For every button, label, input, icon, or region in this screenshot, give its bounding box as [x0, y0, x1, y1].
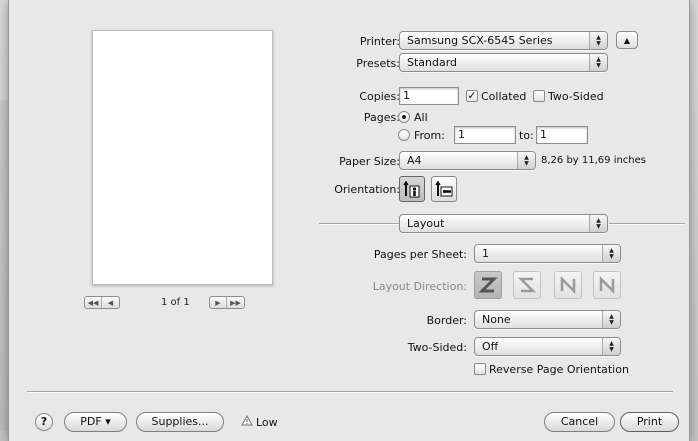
copies-field[interactable]: 1 — [399, 87, 459, 105]
two-sided-popup[interactable]: Off ▲ ▼ — [474, 337, 621, 356]
triangle-up-icon: ▲ — [623, 35, 631, 45]
popup-arrows-icon: ▲ ▼ — [589, 32, 607, 49]
help-button[interactable]: ? — [35, 413, 53, 431]
two-sided-check-label: Two-Sided — [548, 90, 604, 103]
next-page-button[interactable]: ▶ — [210, 297, 227, 308]
preview-nav-forward: ▶ ▶▶ — [209, 296, 245, 309]
border-value: None — [482, 313, 511, 326]
presets-label: Presets: — [356, 57, 400, 70]
footer-separator — [27, 391, 673, 392]
first-page-button[interactable]: ◀◀ — [85, 297, 102, 308]
border-label: Border: — [426, 314, 467, 327]
layout-direction-n-button[interactable] — [593, 271, 621, 299]
warning-triangle-icon — [241, 414, 253, 429]
n-direction-icon — [599, 275, 615, 295]
s-direction-icon — [517, 277, 537, 293]
collated-label: Collated — [481, 90, 527, 103]
section-popup[interactable]: Layout ▲ ▼ — [399, 214, 608, 233]
pages-from-radio[interactable] — [398, 129, 410, 141]
portrait-orientation-button[interactable] — [399, 176, 425, 202]
paper-dimensions: 8,26 by 11,69 inches — [541, 155, 647, 166]
portrait-person-icon — [403, 180, 420, 198]
pages-label: Pages: — [363, 111, 400, 124]
paper-size-popup[interactable]: A4 ▲ ▼ — [399, 151, 536, 170]
popup-arrows-icon: ▲ ▼ — [589, 54, 607, 71]
pages-per-sheet-value: 1 — [482, 247, 489, 260]
pages-to-field[interactable]: 1 — [536, 126, 588, 144]
printer-popup[interactable]: Samsung SCX-6545 Series ▲ ▼ — [399, 31, 608, 50]
pages-per-sheet-popup[interactable]: 1 ▲ ▼ — [474, 244, 621, 263]
border-popup[interactable]: None ▲ ▼ — [474, 310, 621, 329]
cancel-button[interactable]: Cancel — [544, 412, 615, 432]
pages-from-label: From: — [414, 129, 445, 142]
pages-to-label: to: — [519, 129, 534, 142]
two-sided-value: Off — [482, 340, 499, 353]
reverse-orientation-checkbox[interactable] — [474, 363, 486, 375]
presets-popup[interactable]: Standard ▲ ▼ — [399, 53, 608, 72]
print-dialog: ◀◀ ◀ 1 of 1 ▶ ▶▶ Printer: Samsung SCX-65… — [8, 0, 690, 441]
copies-label: Copies: — [359, 90, 400, 103]
preview-nav-back: ◀◀ ◀ — [84, 296, 120, 309]
previous-page-button[interactable]: ◀ — [102, 297, 119, 308]
pages-from-field[interactable]: 1 — [454, 126, 516, 144]
pages-all-label: All — [414, 111, 428, 124]
page-count: 1 of 1 — [161, 297, 190, 308]
pages-all-radio[interactable] — [398, 111, 410, 123]
n-reverse-direction-icon — [560, 275, 576, 295]
print-button[interactable]: Print — [620, 412, 679, 432]
popup-arrows-icon: ▲ ▼ — [602, 311, 620, 328]
presets-value: Standard — [407, 56, 458, 69]
popup-arrows-icon: ▲ ▼ — [602, 245, 620, 262]
supply-status: Low — [256, 416, 278, 429]
orientation-label: Orientation: — [334, 183, 400, 196]
popup-arrows-icon: ▲ ▼ — [517, 152, 535, 169]
landscape-person-icon — [435, 180, 453, 197]
section-separator-right — [609, 223, 685, 224]
paper-size-value: A4 — [407, 154, 422, 167]
layout-direction-s-button[interactable] — [513, 271, 541, 299]
section-popup-value: Layout — [407, 217, 445, 230]
two-sided-label: Two-Sided: — [407, 341, 467, 354]
section-separator-left — [319, 223, 399, 224]
two-sided-checkbox[interactable] — [533, 90, 545, 102]
layout-direction-z-button[interactable] — [474, 271, 502, 299]
printer-value: Samsung SCX-6545 Series — [407, 34, 553, 47]
paper-size-label: Paper Size: — [339, 155, 400, 168]
layout-direction-label: Layout Direction: — [372, 280, 467, 293]
supplies-button[interactable]: Supplies... — [136, 412, 224, 432]
layout-direction-n-reverse-button[interactable] — [554, 271, 582, 299]
pages-per-sheet-label: Pages per Sheet: — [373, 248, 467, 261]
reverse-orientation-label: Reverse Page Orientation — [489, 363, 629, 376]
pdf-menu-button[interactable]: PDF ▾ — [64, 412, 127, 432]
landscape-orientation-button[interactable] — [431, 176, 457, 202]
disclosure-button[interactable]: ▲ — [616, 31, 638, 49]
z-direction-icon — [478, 277, 498, 293]
collated-checkbox[interactable]: ✓ — [466, 90, 478, 102]
printer-label: Printer: — [359, 35, 400, 48]
last-page-button[interactable]: ▶▶ — [227, 297, 244, 308]
page-preview — [92, 30, 273, 285]
popup-arrows-icon: ▲ ▼ — [589, 215, 607, 232]
popup-arrows-icon: ▲ ▼ — [602, 338, 620, 355]
